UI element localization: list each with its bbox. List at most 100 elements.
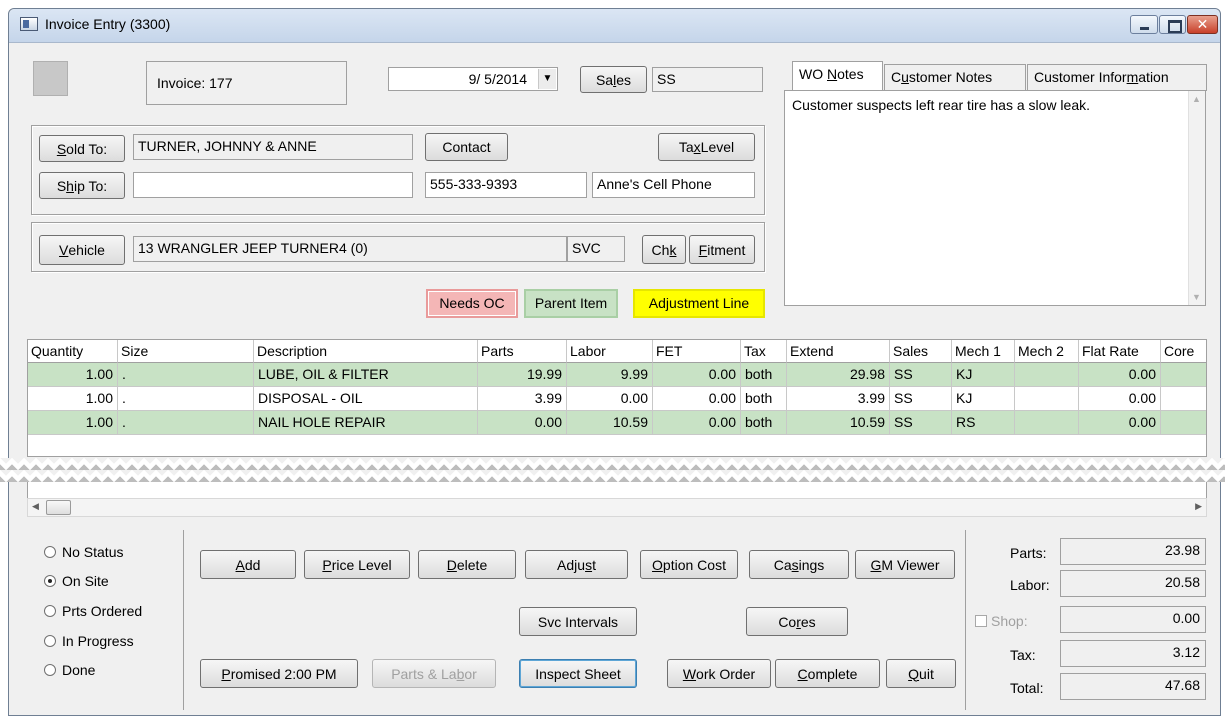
cell-fet: 0.00 (653, 363, 741, 387)
scroll-down-icon[interactable]: ▼ (1192, 292, 1201, 302)
scroll-left-icon[interactable]: ◀ (32, 501, 39, 512)
cell-description: NAIL HOLE REPAIR (254, 411, 478, 435)
sold-to-button[interactable]: Sold To: (39, 135, 125, 162)
adjustment-line-legend: Adjustment Line (633, 289, 765, 318)
add-button[interactable]: Add (200, 550, 296, 579)
col-header-flat-rate[interactable]: Flat Rate (1079, 340, 1161, 363)
table-row[interactable]: 1.00 . NAIL HOLE REPAIR 0.00 10.59 0.00 … (28, 411, 1206, 435)
radio-icon[interactable] (44, 546, 56, 558)
gm-viewer-button[interactable]: GM Viewer (855, 550, 955, 579)
shop-total-label[interactable]: Shop: (975, 613, 1028, 629)
scroll-up-icon[interactable]: ▲ (1192, 94, 1201, 104)
promised-button[interactable]: Promised 2:00 PM (200, 659, 358, 688)
cell-sales: SS (890, 363, 952, 387)
cell-extend: 29.98 (787, 363, 890, 387)
cell-core (1161, 411, 1206, 435)
maximize-button[interactable] (1159, 15, 1186, 34)
shop-checkbox[interactable] (975, 615, 987, 627)
table-row[interactable]: 1.00 . DISPOSAL - OIL 3.99 0.00 0.00 bot… (28, 387, 1206, 411)
option-cost-button[interactable]: Option Cost (640, 550, 738, 579)
cell-labor: 10.59 (567, 411, 653, 435)
sold-to-field[interactable]: TURNER, JOHNNY & ANNE (133, 134, 413, 160)
ship-to-field[interactable] (133, 172, 413, 198)
cores-button[interactable]: Co r es (746, 607, 848, 636)
scroll-right-icon[interactable]: ▶ (1195, 501, 1202, 512)
vehicle-field[interactable]: 13 WRANGLER JEEP TURNER4 (0) (133, 236, 567, 262)
wo-notes-area[interactable]: Customer suspects left rear tire has a s… (784, 90, 1206, 306)
scroll-thumb[interactable] (46, 500, 71, 515)
cell-size: . (118, 411, 254, 435)
inspect-sheet-button[interactable]: Inspect Sheet (519, 659, 637, 688)
line-items-grid[interactable]: Quantity Size Description Parts Labor FE… (27, 339, 1207, 457)
status-on-site[interactable]: On Site (44, 573, 109, 589)
radio-icon[interactable] (44, 664, 56, 676)
table-row[interactable]: 1.00 . LUBE, OIL & FILTER 19.99 9.99 0.0… (28, 363, 1206, 387)
chevron-down-icon[interactable]: ▼ (538, 69, 556, 89)
col-header-quantity[interactable]: Quantity (28, 340, 118, 363)
vehicle-button[interactable]: Vehicle (39, 235, 125, 265)
radio-icon[interactable] (44, 635, 56, 647)
sales-button[interactable]: Sales (580, 66, 647, 93)
cell-tax: both (741, 363, 787, 387)
col-header-parts[interactable]: Parts (478, 340, 567, 363)
tax-total-label: Tax: (1010, 647, 1036, 663)
casings-button[interactable]: Ca s ings (749, 550, 849, 579)
col-header-mech2[interactable]: Mech 2 (1015, 340, 1079, 363)
ship-to-button[interactable]: Sh ip To: (39, 172, 125, 199)
tab-wo-notes[interactable]: WO Notes (792, 61, 883, 92)
parts-total-label: Parts: (1010, 545, 1047, 561)
fitment-button[interactable]: Fitment (689, 235, 755, 264)
svc-intervals-button[interactable]: Svc Intervals (519, 607, 637, 636)
customer-photo (33, 61, 68, 96)
status-done[interactable]: Done (44, 662, 95, 678)
col-header-core[interactable]: Core (1161, 340, 1206, 363)
notes-vertical-scrollbar[interactable]: ▲ ▼ (1188, 91, 1205, 305)
cell-sales: SS (890, 387, 952, 411)
col-header-tax[interactable]: Tax (741, 340, 787, 363)
quit-button[interactable]: Quit (886, 659, 956, 688)
radio-label: Prts Ordered (62, 603, 143, 619)
needs-oc-legend: Needs OC (426, 289, 518, 318)
radio-icon[interactable] (44, 575, 56, 587)
check-button[interactable]: Ch k (642, 235, 686, 264)
col-header-labor[interactable]: Labor (567, 340, 653, 363)
cell-parts: 19.99 (478, 363, 567, 387)
status-in-progress[interactable]: In Progress (44, 633, 134, 649)
tax-total-value: 3.12 (1060, 640, 1206, 667)
adjust-button[interactable]: Adju s t (525, 550, 628, 579)
cell-extend: 3.99 (787, 387, 890, 411)
sales-code-field[interactable]: SS (652, 67, 763, 92)
close-button[interactable]: ✕ (1187, 15, 1218, 34)
col-header-description[interactable]: Description (254, 340, 478, 363)
contact-phone-field[interactable]: 555-333-9393 (425, 172, 587, 198)
shop-label-text: Shop: (991, 613, 1028, 629)
col-header-fet[interactable]: FET (653, 340, 741, 363)
status-no-status[interactable]: No Status (44, 544, 123, 560)
col-header-mech1[interactable]: Mech 1 (952, 340, 1015, 363)
title-bar: Invoice Entry (3300) ✕ (9, 9, 1220, 43)
cell-tax: both (741, 411, 787, 435)
grand-total-label: Total: (1010, 680, 1044, 696)
radio-icon[interactable] (44, 605, 56, 617)
col-header-extend[interactable]: Extend (787, 340, 890, 363)
complete-button[interactable]: Complete (775, 659, 880, 688)
date-dropdown[interactable]: 9/ 5/2014 ▼ (388, 67, 558, 91)
tab-customer-information[interactable]: Customer Information (1027, 64, 1207, 91)
work-order-button[interactable]: Work Order (667, 659, 771, 688)
grid-horizontal-scrollbar[interactable]: ◀ ▶ (27, 498, 1207, 517)
col-header-sales[interactable]: Sales (890, 340, 952, 363)
delete-button[interactable]: Delete (418, 550, 516, 579)
cell-fet: 0.00 (653, 411, 741, 435)
price-level-button[interactable]: Price Level (304, 550, 410, 579)
window-title: Invoice Entry (3300) (45, 16, 171, 32)
cell-size: . (118, 363, 254, 387)
contact-button[interactable]: Contact (425, 133, 508, 161)
contact-phone-description[interactable]: Anne's Cell Phone (592, 172, 755, 198)
col-header-size[interactable]: Size (118, 340, 254, 363)
tax-level-button[interactable]: Ta x Level (658, 133, 755, 161)
minimize-button[interactable] (1130, 15, 1158, 34)
parts-labor-button[interactable]: Parts & La b or (372, 659, 496, 688)
status-prts-ordered[interactable]: Prts Ordered (44, 603, 142, 619)
tab-customer-notes[interactable]: Customer Notes (884, 64, 1026, 91)
service-code-field: SVC (567, 236, 625, 262)
